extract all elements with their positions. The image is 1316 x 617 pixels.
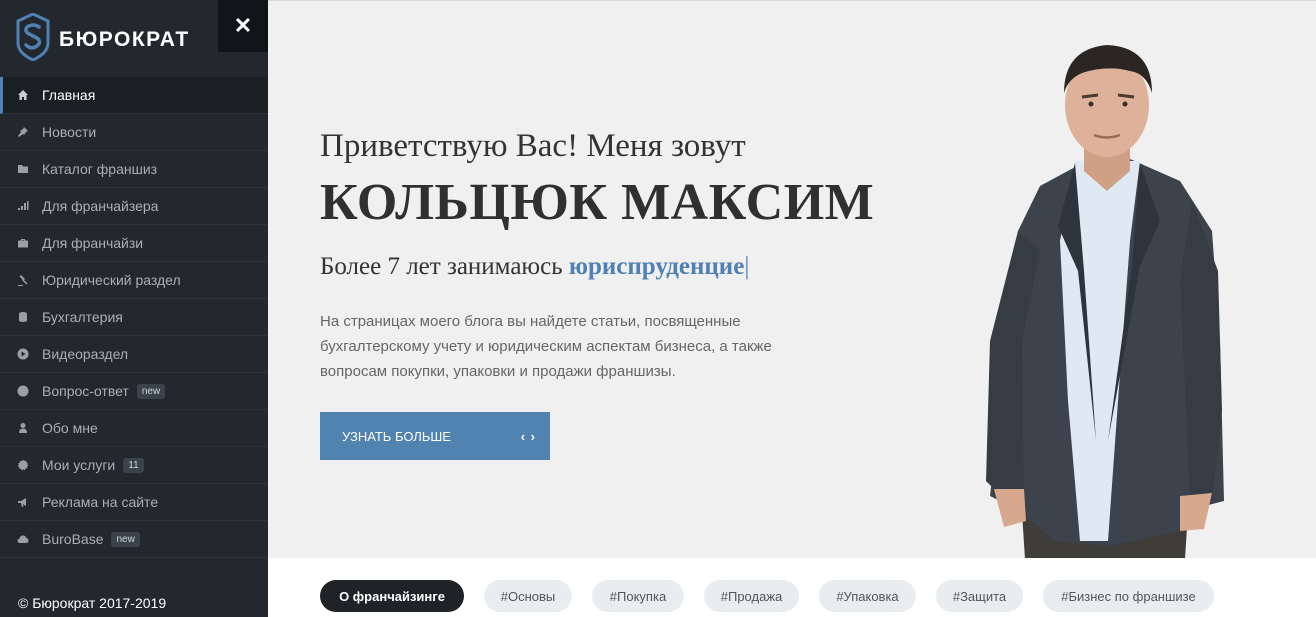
sidebar-item-label: Бухгалтерия bbox=[42, 309, 123, 325]
pin-icon bbox=[16, 126, 29, 139]
sidebar-item-label: BuroBase bbox=[42, 531, 104, 547]
sidebar-item-label: Видеораздел bbox=[42, 346, 129, 362]
logo-text[interactable]: БЮРОКРАТ bbox=[59, 28, 190, 52]
experience-highlight: юриспруденцие bbox=[568, 253, 745, 280]
experience-prefix: Более 7 лет занимаюсь bbox=[320, 253, 569, 280]
sidebar-item-services[interactable]: Мои услуги 11 bbox=[0, 447, 268, 484]
question-icon bbox=[16, 385, 29, 398]
tag-protection[interactable]: #Защита bbox=[936, 580, 1023, 612]
sidebar-item-label: Главная bbox=[42, 87, 96, 103]
tag-franchise-business[interactable]: #Бизнес по франшизе bbox=[1043, 580, 1214, 612]
sidebar-item-news[interactable]: Новости bbox=[0, 114, 268, 151]
tag-basics[interactable]: #Основы bbox=[484, 580, 572, 612]
sidebar-item-advertising[interactable]: Реклама на сайте bbox=[0, 484, 268, 521]
logo-bar: БЮРОКРАТ ✕ bbox=[0, 0, 268, 77]
sidebar-item-for-franchisor[interactable]: Для франчайзера bbox=[0, 188, 268, 225]
sidebar-item-for-franchisee[interactable]: Для франчайзи bbox=[0, 225, 268, 262]
bar-chart-icon bbox=[16, 200, 29, 213]
user-icon bbox=[16, 422, 29, 435]
sidebar-item-franchise-catalog[interactable]: Каталог франшиз bbox=[0, 151, 268, 188]
tag-about-franchising[interactable]: О франчайзинге bbox=[320, 580, 464, 612]
sidebar-item-home[interactable]: Главная bbox=[0, 77, 268, 114]
count-badge: 11 bbox=[123, 457, 144, 473]
learn-more-button[interactable]: УЗНАТЬ БОЛЬШЕ ‹ › bbox=[320, 412, 550, 460]
gavel-icon bbox=[16, 274, 29, 287]
author-photo bbox=[986, 45, 1224, 559]
code-arrows-icon: ‹ › bbox=[520, 429, 536, 444]
sidebar-item-label: Юридический раздел bbox=[42, 272, 181, 288]
sidebar-item-label: Для франчайзи bbox=[42, 235, 144, 251]
copyright: © Бюрократ 2017-2019 bbox=[18, 595, 167, 611]
tags-bar: О франчайзинге #Основы #Покупка #Продажа… bbox=[268, 558, 1316, 617]
briefcase-icon bbox=[16, 237, 29, 250]
sidebar-item-video[interactable]: Видеораздел bbox=[0, 336, 268, 373]
play-circle-icon bbox=[16, 348, 29, 361]
sidebar-item-label: Каталог франшиз bbox=[42, 161, 158, 177]
sidebar-item-label: Мои услуги bbox=[42, 457, 116, 473]
gear-icon bbox=[16, 459, 29, 472]
hero-experience: Более 7 лет занимаюсь юриспруденцие| bbox=[320, 253, 749, 281]
coins-icon bbox=[16, 311, 29, 324]
sidebar-item-label: Вопрос-ответ bbox=[42, 383, 129, 399]
bullhorn-icon bbox=[16, 496, 29, 509]
hero-name: КОЛЬЦЮК МАКСИМ bbox=[320, 174, 875, 231]
sidebar-menu: Главная Новости Каталог франшиз Для фран… bbox=[0, 77, 268, 558]
sidebar-item-label: Для франчайзера bbox=[42, 198, 159, 214]
cloud-icon bbox=[16, 533, 29, 546]
sidebar-item-accounting[interactable]: Бухгалтерия bbox=[0, 299, 268, 336]
sidebar-item-label: Обо мне bbox=[42, 420, 98, 436]
tag-selling[interactable]: #Продажа bbox=[704, 580, 799, 612]
sidebar-item-burobase[interactable]: BuroBase new bbox=[0, 521, 268, 558]
hero-description: На страницах моего блога вы найдете стат… bbox=[320, 313, 772, 380]
sidebar: БЮРОКРАТ ✕ Главная Новости Каталог франш… bbox=[0, 0, 268, 617]
sidebar-item-label: Новости bbox=[42, 124, 97, 140]
hero-greeting: Приветствую Вас! Меня зовут bbox=[320, 128, 746, 164]
home-icon bbox=[16, 89, 29, 102]
sidebar-item-about[interactable]: Обо мне bbox=[0, 410, 268, 447]
new-badge: new bbox=[136, 383, 166, 399]
close-sidebar-button[interactable]: ✕ bbox=[218, 0, 268, 52]
logo-shield-icon[interactable] bbox=[16, 13, 50, 61]
folder-icon bbox=[16, 163, 29, 176]
sidebar-item-label: Реклама на сайте bbox=[42, 494, 159, 510]
tag-packaging[interactable]: #Упаковка bbox=[819, 580, 916, 612]
close-icon: ✕ bbox=[233, 13, 253, 38]
tag-buying[interactable]: #Покупка bbox=[592, 580, 684, 612]
hero-section: Приветствую Вас! Меня зовут КОЛЬЦЮК МАКС… bbox=[268, 0, 1316, 559]
new-badge: new bbox=[111, 531, 140, 547]
typing-cursor: | bbox=[744, 253, 750, 280]
sidebar-item-faq[interactable]: Вопрос-ответ new bbox=[0, 373, 268, 410]
sidebar-item-legal[interactable]: Юридический раздел bbox=[0, 262, 268, 299]
learn-more-label: УЗНАТЬ БОЛЬШЕ bbox=[342, 428, 451, 444]
